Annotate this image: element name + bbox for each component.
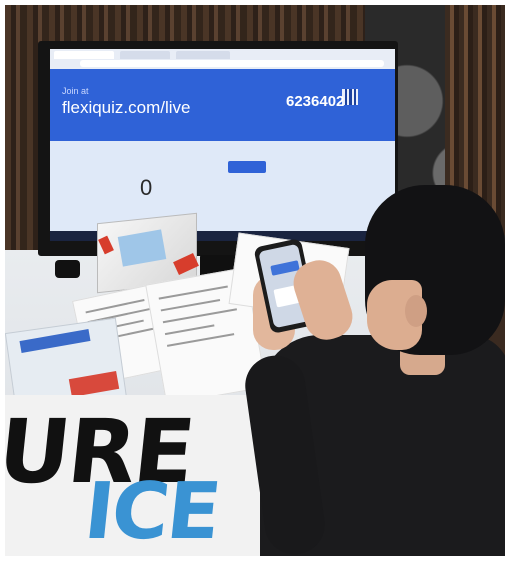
person-ear [405,295,427,327]
qr-code-icon [342,89,358,105]
browser-bar [50,49,395,69]
browser-tab [120,51,170,59]
browser-tab [54,51,114,59]
banner-text: ICE [80,467,224,556]
players-count: 0 [140,175,153,200]
start-button [228,161,266,173]
cable-box [55,260,80,278]
monitor-screen: Join at flexiquiz.com/live 6236402 0 [50,49,395,241]
address-bar [80,60,384,67]
join-url: flexiquiz.com/live [62,98,191,117]
photo: Join at flexiquiz.com/live 6236402 0 URE… [5,5,505,556]
join-label: Join at [62,86,89,96]
browser-tab [176,51,230,59]
game-pin: 6236402 [286,93,345,110]
